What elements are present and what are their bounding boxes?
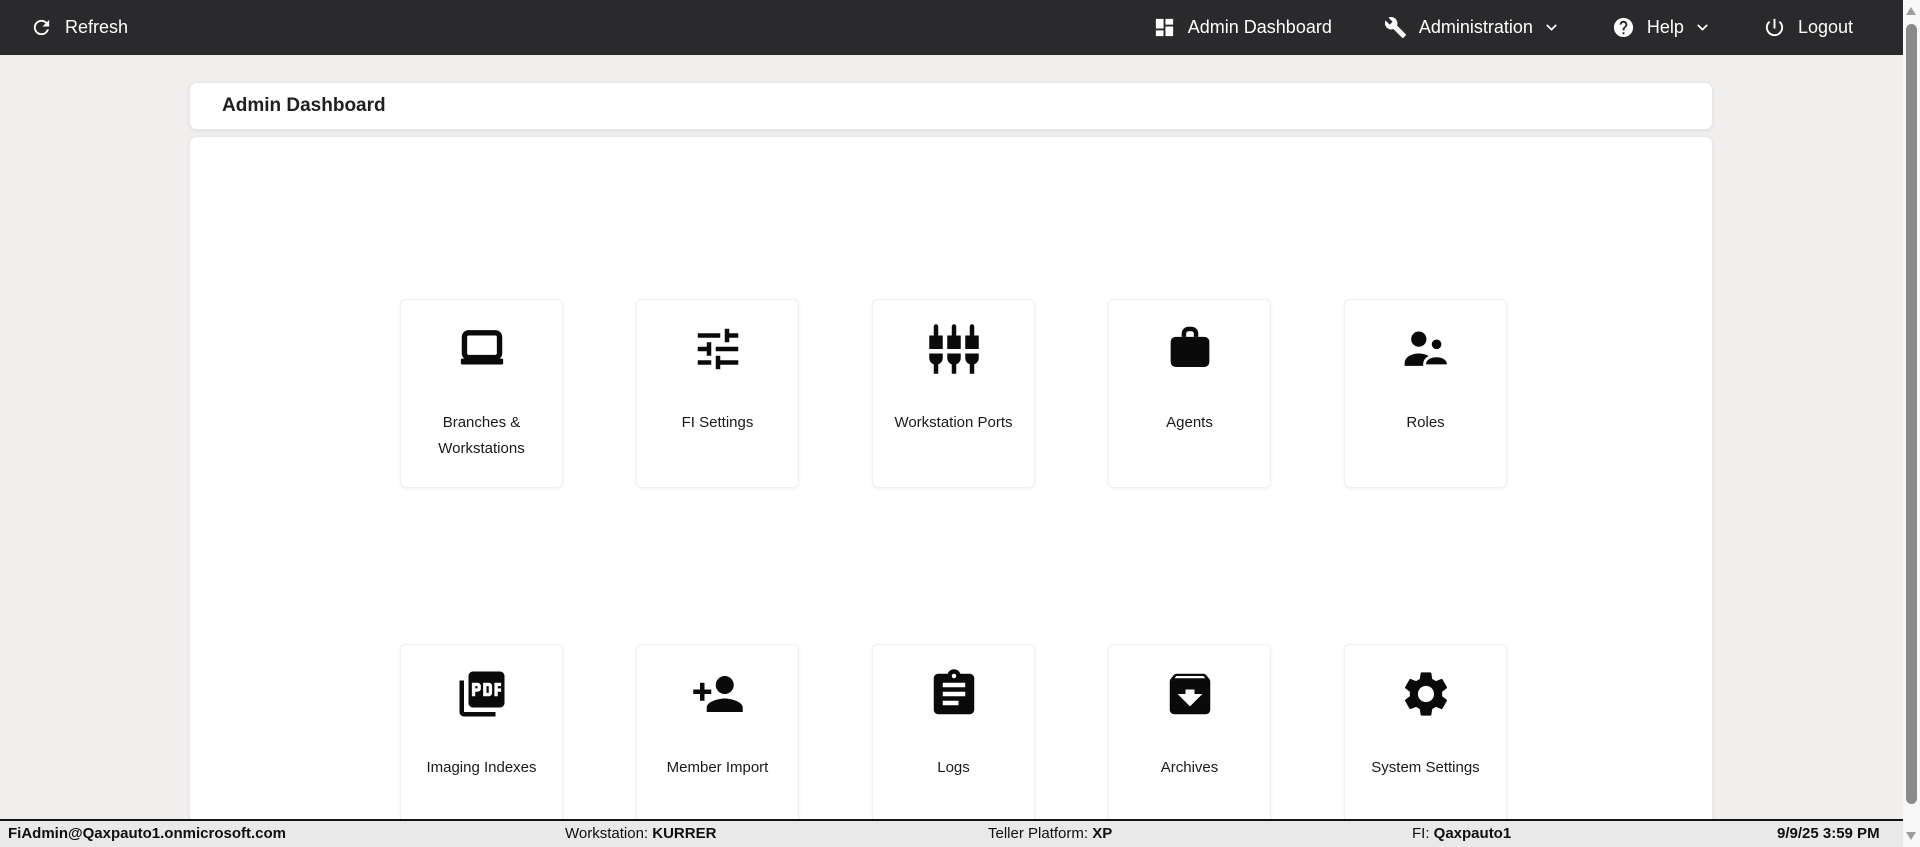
tile-member-import[interactable]: Member Import (636, 644, 799, 825)
status-fi-value: Qaxpauto1 (1433, 825, 1512, 842)
tune-sliders-icon (697, 328, 738, 370)
wrench-icon (1384, 17, 1406, 39)
tile-label: Workstation Ports (894, 414, 1013, 431)
logout-label: Logout (1797, 17, 1853, 37)
chevron-down-icon (1697, 24, 1708, 31)
tile-archives[interactable]: Archives (1108, 644, 1271, 825)
tile-label: Branches & Workstations (438, 414, 525, 457)
nav-administration-label: Administration (1418, 17, 1533, 37)
tile-logs[interactable]: Logs (872, 644, 1035, 825)
tile-label: Archives (1160, 759, 1219, 776)
scrollbar-thumb[interactable] (1906, 24, 1917, 804)
scroll-up-arrow-icon[interactable] (1906, 7, 1916, 15)
tile-label: Roles (1406, 414, 1445, 431)
status-bar: FiAdmin@Qaxpauto1.onmicrosoft.com Workst… (0, 819, 1920, 847)
nav-administration-menu[interactable]: Administration (1384, 16, 1560, 39)
tile-label: Imaging Indexes (426, 759, 537, 776)
nav-help-menu[interactable]: Help (1612, 16, 1711, 39)
status-teller-platform: Teller Platform: XP (988, 825, 1112, 842)
status-user: FiAdmin@Qaxpauto1.onmicrosoft.com (8, 825, 286, 842)
navbar-right-group: Admin Dashboard Administration Help Logo… (1153, 16, 1853, 39)
refresh-icon (33, 19, 50, 36)
top-navbar: Refresh Admin Dashboard Administration H… (0, 0, 1903, 55)
tile-workstation-ports[interactable]: Workstation Ports (872, 299, 1035, 488)
help-icon (1613, 17, 1633, 38)
tile-system-settings[interactable]: System Settings (1344, 644, 1507, 825)
status-workstation: Workstation: KURRER (565, 825, 716, 842)
tile-agents[interactable]: Agents (1108, 299, 1271, 488)
tile-roles[interactable]: Roles (1344, 299, 1507, 488)
dashboard-icon (1155, 18, 1173, 37)
tile-label: Logs (937, 759, 970, 776)
tile-fi-settings[interactable]: FI Settings (636, 299, 799, 488)
dashboard-content-card: Branches & Workstations FI Settings Work… (189, 136, 1713, 826)
status-workstation-value: KURRER (652, 825, 717, 842)
tile-label: Agents (1166, 414, 1213, 431)
tile-grid: Branches & Workstations FI Settings Work… (400, 299, 1507, 825)
refresh-button[interactable]: Refresh (30, 16, 128, 39)
chevron-down-icon (1546, 24, 1557, 31)
archive-icon (1169, 673, 1210, 715)
people-icon (1404, 331, 1450, 368)
status-platform-value: XP (1092, 825, 1113, 842)
page-title-card: Admin Dashboard (189, 82, 1713, 130)
status-fi: FI: Qaxpauto1 (1412, 825, 1511, 842)
clipboard-icon (933, 669, 974, 715)
status-platform-label: Teller Platform: (988, 825, 1093, 842)
tile-label: FI Settings (681, 414, 754, 431)
nav-admin-dashboard[interactable]: Admin Dashboard (1153, 16, 1332, 39)
tile-imaging-indexes[interactable]: Imaging Indexes (400, 644, 563, 825)
briefcase-icon (1170, 326, 1209, 367)
status-timestamp: 9/9/25 3:59 PM (1777, 825, 1880, 842)
nav-help-label: Help (1646, 17, 1684, 37)
refresh-label: Refresh (65, 17, 129, 37)
tile-label: System Settings (1371, 759, 1480, 776)
scroll-down-arrow-icon[interactable] (1906, 832, 1916, 840)
laptop-icon (460, 330, 503, 365)
tile-branches-workstations[interactable]: Branches & Workstations (400, 299, 563, 488)
input-component-icon (928, 324, 979, 374)
gear-icon (1404, 672, 1447, 716)
person-add-icon (692, 676, 743, 712)
nav-admin-dashboard-label: Admin Dashboard (1187, 17, 1332, 37)
tile-label: Member Import (666, 759, 769, 776)
status-fi-label: FI: (1412, 825, 1434, 842)
pdf-document-icon (459, 671, 504, 717)
vertical-scrollbar[interactable] (1903, 0, 1920, 847)
status-workstation-label: Workstation: (565, 825, 653, 842)
logout-button[interactable]: Logout (1763, 16, 1853, 39)
power-icon (1765, 18, 1784, 37)
page-title: Admin Dashboard (222, 95, 386, 116)
